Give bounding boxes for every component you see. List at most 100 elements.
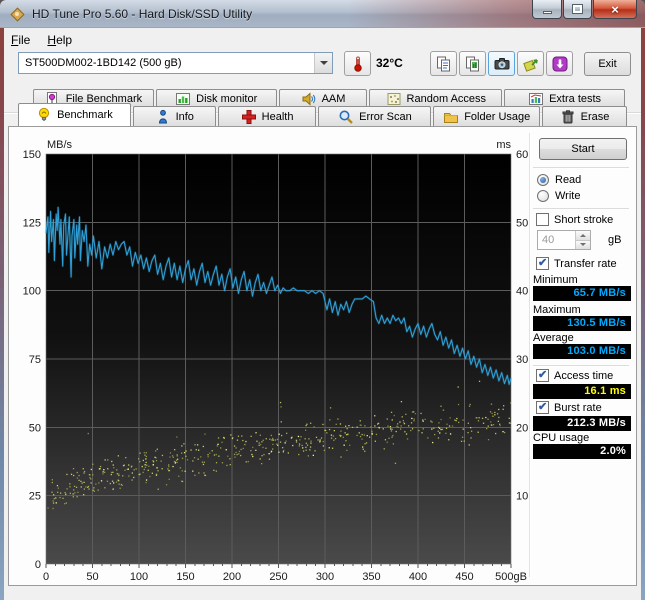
info-icon: [155, 109, 171, 125]
disk-monitor-icon: [175, 91, 191, 107]
access-time-label: Access time: [554, 370, 613, 382]
svg-text:75: 75: [29, 354, 41, 366]
svg-text:250: 250: [269, 571, 287, 583]
svg-text:400: 400: [409, 571, 427, 583]
benchmark-chart: 0255075100125150MB/s102030405060ms050100…: [9, 127, 533, 585]
drive-selector[interactable]: ST500DM002-1BD142 (500 gB): [18, 52, 333, 74]
minimum-label: Minimum: [533, 274, 578, 286]
svg-text:25: 25: [29, 491, 41, 503]
svg-text:30: 30: [516, 354, 528, 366]
write-label: Write: [555, 190, 580, 202]
minimum-value: 65.7 MB/s: [533, 286, 631, 301]
svg-text:100: 100: [130, 571, 148, 583]
arrow-down-icon: [580, 243, 586, 246]
speaker-icon: [301, 91, 317, 107]
erase-trash-icon: [560, 109, 576, 125]
cpu-usage-value: 2.0%: [533, 444, 631, 459]
app-icon: [9, 6, 25, 22]
short-stroke-value: 40: [538, 231, 575, 249]
start-button[interactable]: Start: [539, 138, 627, 160]
tab-error-scan[interactable]: Error Scan: [318, 106, 431, 126]
client-area: File Help ST500DM002-1BD142 (500 gB) 32°…: [4, 28, 641, 600]
arrow-up-icon: [580, 234, 586, 237]
title-bar[interactable]: HD Tune Pro 5.60 - Hard Disk/SSD Utility…: [0, 0, 645, 28]
cpu-usage-label: CPU usage: [533, 432, 589, 444]
download-button[interactable]: [546, 51, 573, 76]
svg-text:10: 10: [516, 491, 528, 503]
burst-rate-value: 212.3 MB/s: [533, 416, 631, 431]
error-scan-icon: [338, 109, 354, 125]
close-icon: ×: [611, 1, 619, 18]
save-icon: [523, 56, 539, 72]
copy-image-icon: [465, 56, 481, 72]
transfer-rate-checkbox[interactable]: [536, 257, 549, 270]
short-stroke-amount[interactable]: 40: [537, 230, 591, 250]
tab-row-bottom: BenchmarkInfoHealthError ScanFolder Usag…: [18, 106, 627, 126]
folder-icon: [443, 109, 459, 125]
svg-text:50: 50: [516, 217, 528, 229]
tab-benchmark[interactable]: Benchmark: [18, 103, 131, 126]
svg-text:200: 200: [223, 571, 241, 583]
download-arrow-icon: [552, 56, 568, 72]
svg-text:125: 125: [23, 217, 41, 229]
spin-up-button[interactable]: [576, 231, 590, 241]
benchmark-bulb-icon: [36, 107, 52, 123]
tab-erase[interactable]: Erase: [542, 106, 627, 126]
screenshot-button[interactable]: [488, 51, 515, 76]
svg-text:50: 50: [86, 571, 98, 583]
svg-text:60: 60: [516, 149, 528, 161]
tab-extra-tests[interactable]: Extra tests: [504, 89, 625, 107]
write-radio[interactable]: [537, 190, 549, 202]
thermometer-icon: [351, 55, 365, 73]
tab-random-access[interactable]: Random Access: [369, 89, 502, 107]
access-time-checkbox[interactable]: [536, 369, 549, 382]
tab-health[interactable]: Health: [218, 106, 317, 126]
exit-button[interactable]: Exit: [584, 52, 631, 76]
camera-icon: [494, 56, 510, 72]
burst-rate-label: Burst rate: [554, 402, 602, 414]
maximum-value: 130.5 MB/s: [533, 316, 631, 331]
short-stroke-checkbox[interactable]: [536, 213, 549, 226]
close-button[interactable]: ×: [593, 0, 637, 19]
benchmark-panel: 0255075100125150MB/s102030405060ms050100…: [8, 126, 637, 586]
svg-text:150: 150: [176, 571, 194, 583]
menu-help[interactable]: Help: [40, 30, 79, 50]
transfer-rate-label: Transfer rate: [554, 258, 617, 270]
minimize-icon: [543, 11, 552, 14]
save-results-button[interactable]: [517, 51, 544, 76]
panel-divider: [529, 133, 531, 577]
average-label: Average: [533, 332, 574, 344]
maximum-label: Maximum: [533, 304, 581, 316]
svg-text:100: 100: [23, 286, 41, 298]
short-stroke-unit: gB: [608, 234, 621, 246]
chevron-down-icon: [320, 61, 328, 65]
average-value: 103.0 MB/s: [533, 344, 631, 359]
extra-tests-icon: [528, 91, 544, 107]
svg-text:300: 300: [316, 571, 334, 583]
copy-text-icon: [436, 56, 452, 72]
drive-selector-value: ST500DM002-1BD142 (500 gB): [19, 57, 314, 69]
tab-aam[interactable]: AAM: [279, 89, 368, 107]
drive-selector-dropdown[interactable]: [314, 53, 332, 73]
menu-file[interactable]: File: [4, 30, 37, 50]
svg-text:150: 150: [23, 149, 41, 161]
tab-folder-usage[interactable]: Folder Usage: [433, 106, 540, 126]
svg-text:0: 0: [35, 559, 41, 571]
maximize-button[interactable]: [563, 0, 592, 19]
burst-rate-checkbox[interactable]: [536, 401, 549, 414]
tab-info[interactable]: Info: [133, 106, 216, 126]
window-controls: ×: [531, 0, 637, 19]
copy-image-button[interactable]: [459, 51, 486, 76]
spin-down-button[interactable]: [576, 241, 590, 250]
temperature-value: 32°C: [376, 56, 403, 70]
svg-text:0: 0: [43, 571, 49, 583]
minimize-button[interactable]: [532, 0, 562, 19]
copy-text-button[interactable]: [430, 51, 457, 76]
svg-text:MB/s: MB/s: [47, 139, 73, 151]
random-access-icon: [386, 91, 402, 107]
health-cross-icon: [241, 109, 257, 125]
tab-disk-monitor[interactable]: Disk monitor: [156, 89, 277, 107]
read-radio[interactable]: [537, 174, 549, 186]
window-title: HD Tune Pro 5.60 - Hard Disk/SSD Utility: [32, 7, 252, 21]
temperature-button[interactable]: [344, 51, 371, 76]
